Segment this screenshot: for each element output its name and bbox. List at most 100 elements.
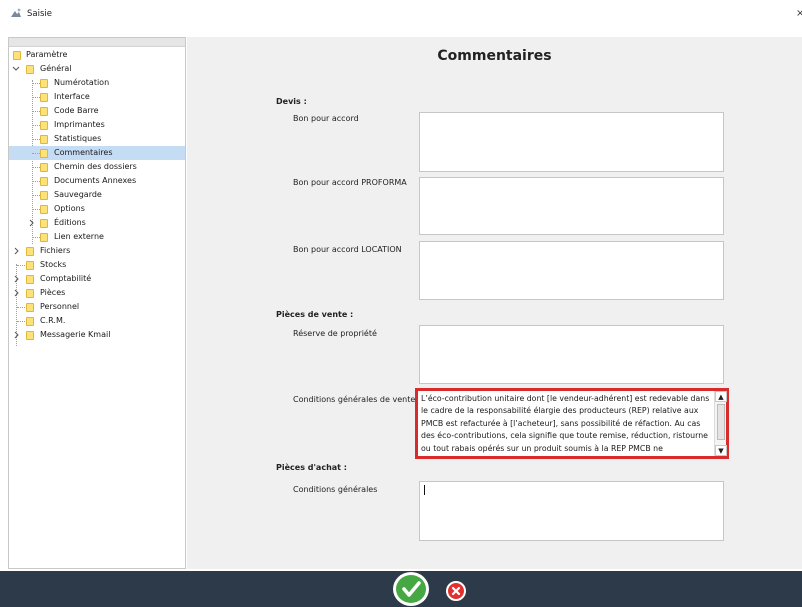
tree-item-label: Statistiques xyxy=(54,134,102,143)
tree-header xyxy=(9,38,185,47)
tree-connector xyxy=(17,265,25,266)
tree-item-label: Chemin des dossiers xyxy=(54,162,137,171)
tree-item-imprimantes[interactable]: Imprimantes xyxy=(9,118,185,132)
conditions-generales-achat-label: Conditions générales xyxy=(293,485,378,494)
tree-item-label: Pièces xyxy=(40,288,66,297)
settings-tree: Paramètre Général Numérotation Interface… xyxy=(8,37,186,569)
folder-icon xyxy=(40,121,48,130)
section-pieces-d-achat: Pièces d'achat : xyxy=(276,463,347,472)
tree-item-lien-externe[interactable]: Lien externe xyxy=(9,230,185,244)
tree-item-code-barre[interactable]: Code Barre xyxy=(9,104,185,118)
folder-icon xyxy=(40,163,48,172)
folder-icon xyxy=(40,205,48,214)
tree-item-stocks[interactable]: Stocks xyxy=(9,258,185,272)
reserve-de-propriete-field[interactable] xyxy=(419,325,724,384)
tree-connector xyxy=(32,209,40,210)
tree-connector xyxy=(17,321,25,322)
tree-connector xyxy=(32,97,40,98)
tree-item-label: Options xyxy=(54,204,85,213)
tree-item-options[interactable]: Options xyxy=(9,202,185,216)
tree-connector xyxy=(32,167,40,168)
tree-item-label: Fichiers xyxy=(40,246,71,255)
tree-item-sauvegarde[interactable]: Sauvegarde xyxy=(9,188,185,202)
tree-item-numerotation[interactable]: Numérotation xyxy=(9,76,185,90)
tree-item-label: C.R.M. xyxy=(40,316,66,325)
tree-connector xyxy=(32,153,40,154)
scroll-up-icon[interactable]: ▲ xyxy=(715,391,727,402)
bon-pour-accord-field[interactable] xyxy=(419,112,724,172)
text-caret xyxy=(424,485,425,495)
folder-icon xyxy=(26,275,34,284)
folder-icon xyxy=(40,93,48,102)
tree-connector xyxy=(32,181,40,182)
tree-item-editions[interactable]: Éditions xyxy=(9,216,185,230)
folder-icon xyxy=(26,247,34,256)
tree-connector xyxy=(17,307,25,308)
tree-item-interface[interactable]: Interface xyxy=(9,90,185,104)
bon-pour-accord-label: Bon pour accord xyxy=(293,114,359,123)
scroll-down-icon[interactable]: ▼ xyxy=(715,445,727,456)
tree-item-label: Lien externe xyxy=(54,232,104,241)
tree-item-label: Sauvegarde xyxy=(54,190,102,199)
tree-item-general[interactable]: Général xyxy=(9,62,185,76)
tree-connector xyxy=(32,125,40,126)
folder-icon xyxy=(40,219,48,228)
bon-pour-accord-proforma-field[interactable] xyxy=(419,177,724,235)
page-title: Commentaires xyxy=(437,48,552,64)
folder-icon xyxy=(40,107,48,116)
folder-icon xyxy=(26,317,34,326)
tree-item-comptabilite[interactable]: Comptabilité xyxy=(9,272,185,286)
title-bar: Saisie × xyxy=(0,0,802,34)
tree-item-messagerie-kmail[interactable]: Messagerie Kmail xyxy=(9,328,185,342)
conditions-scrollbar[interactable]: ▲ ▼ xyxy=(714,391,727,456)
tree-connector xyxy=(32,195,40,196)
tree-item-crm[interactable]: C.R.M. xyxy=(9,314,185,328)
folder-icon xyxy=(40,79,48,88)
tree-item-label: Commentaires xyxy=(54,148,113,157)
bon-pour-accord-location-field[interactable] xyxy=(419,241,724,300)
tree-item-pieces[interactable]: Pièces xyxy=(9,286,185,300)
tree-item-fichiers[interactable]: Fichiers xyxy=(9,244,185,258)
reserve-de-propriete-label: Réserve de propriété xyxy=(293,329,377,338)
folder-icon xyxy=(26,289,34,298)
tree-item-statistiques[interactable]: Statistiques xyxy=(9,132,185,146)
check-icon xyxy=(402,581,421,597)
tree-item-documents-annexes[interactable]: Documents Annexes xyxy=(9,174,185,188)
tree-item-label: Éditions xyxy=(54,218,86,227)
tree-item-label: Numérotation xyxy=(54,78,110,87)
settings-content: Commentaires Devis : Bon pour accord Bon… xyxy=(187,37,802,569)
section-devis: Devis : xyxy=(276,97,307,106)
tree-item-label: Stocks xyxy=(40,260,67,269)
tree-item-personnel[interactable]: Personnel xyxy=(9,300,185,314)
folder-icon xyxy=(26,261,34,270)
tree-item-label: Comptabilité xyxy=(40,274,92,283)
conditions-generales-achat-field[interactable] xyxy=(419,481,724,541)
tree-item-chemin-des-dossiers[interactable]: Chemin des dossiers xyxy=(9,160,185,174)
tree-item-label: Général xyxy=(40,64,72,73)
tree-connector xyxy=(32,111,40,112)
folder-icon xyxy=(40,177,48,186)
folder-icon xyxy=(40,191,48,200)
conditions-generales-de-vente-field[interactable]: L’éco-contribution unitaire dont [le ven… xyxy=(418,391,727,456)
conditions-generales-de-vente-label: Conditions générales de vente xyxy=(293,395,416,404)
folder-icon xyxy=(26,65,34,74)
tree-item-commentaires[interactable]: Commentaires xyxy=(9,146,185,160)
tree-item-parametre[interactable]: Paramètre xyxy=(9,48,185,62)
app-icon xyxy=(11,8,21,17)
validate-button[interactable] xyxy=(393,572,429,606)
folder-icon xyxy=(40,233,48,242)
tree-item-label: Imprimantes xyxy=(54,120,105,129)
conditions-generales-de-vente-highlight: L’éco-contribution unitaire dont [le ven… xyxy=(415,388,729,459)
close-window-button[interactable]: × xyxy=(796,8,802,19)
folder-icon xyxy=(13,51,21,60)
scroll-thumb[interactable] xyxy=(717,404,725,440)
tree-connector xyxy=(32,83,40,84)
cancel-button[interactable] xyxy=(446,581,466,601)
tree-item-label: Paramètre xyxy=(26,50,68,59)
tree-connector xyxy=(32,237,40,238)
footer-bar xyxy=(0,571,802,607)
folder-icon xyxy=(40,149,48,158)
bon-pour-accord-location-label: Bon pour accord LOCATION xyxy=(293,245,402,254)
tree-item-label: Personnel xyxy=(40,302,80,311)
chevron-right-icon[interactable] xyxy=(13,328,21,347)
